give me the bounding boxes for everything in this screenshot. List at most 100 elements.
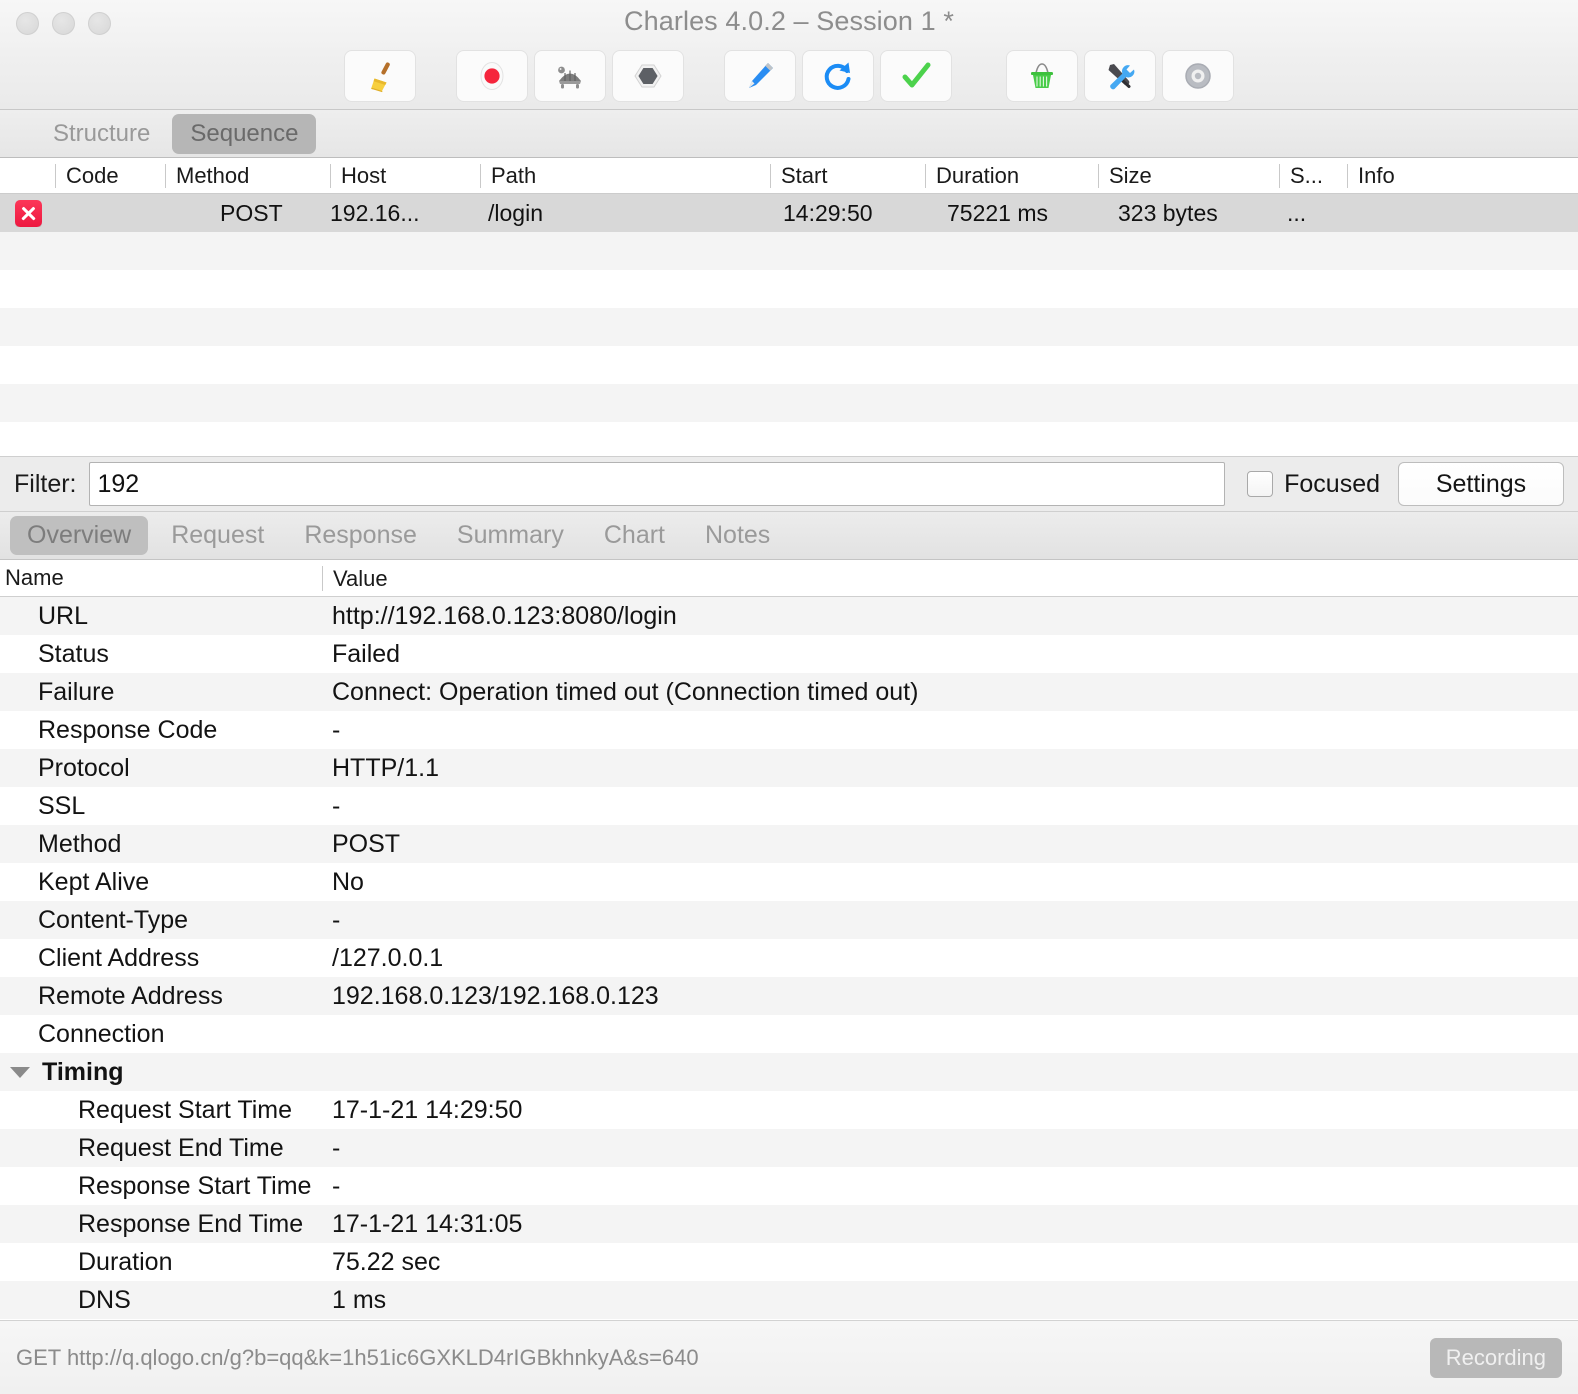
detail-row[interactable]: Method POST bbox=[0, 825, 1578, 863]
detail-row[interactable]: Response Code - bbox=[0, 711, 1578, 749]
request-list-header: Code Method Host Path Start Duration Siz… bbox=[0, 158, 1578, 194]
breakpoints-button[interactable] bbox=[612, 50, 684, 102]
detail-group-row[interactable]: Timing bbox=[0, 1053, 1578, 1091]
toolbar-group-session bbox=[341, 50, 419, 102]
detail-row[interactable]: Client Address/127.0.0.1 bbox=[0, 939, 1578, 977]
tab-overview[interactable]: Overview bbox=[10, 516, 149, 555]
tab-sequence[interactable]: Sequence bbox=[172, 113, 317, 154]
detail-tab-bar: Overview Request Response Summary Chart … bbox=[0, 512, 1578, 560]
row-host-cell: 192.16... bbox=[330, 199, 420, 226]
detail-row-value: 75.22 sec bbox=[332, 1247, 441, 1276]
empty-row bbox=[0, 308, 1578, 346]
title-bar: Charles 4.0.2 – Session 1 * bbox=[0, 0, 1578, 110]
column-header-value[interactable]: Value bbox=[322, 565, 1578, 591]
detail-row-name: Status bbox=[38, 639, 109, 668]
validate-button[interactable] bbox=[880, 50, 952, 102]
focused-checkbox[interactable] bbox=[1247, 471, 1274, 497]
tab-notes[interactable]: Notes bbox=[688, 516, 787, 555]
detail-row-name: Client Address bbox=[38, 943, 200, 972]
preferences-button[interactable] bbox=[1162, 50, 1234, 102]
column-header-s[interactable]: S... bbox=[1279, 163, 1347, 188]
tab-request[interactable]: Request bbox=[154, 516, 281, 555]
detail-group-label: Timing bbox=[42, 1057, 124, 1086]
column-header-start[interactable]: Start bbox=[770, 163, 925, 188]
compose-button[interactable] bbox=[724, 50, 796, 102]
detail-row-name: Protocol bbox=[38, 753, 130, 782]
tools-basket-button[interactable] bbox=[1006, 50, 1078, 102]
focused-label: Focused bbox=[1284, 469, 1380, 498]
column-header-size[interactable]: Size bbox=[1098, 163, 1279, 188]
detail-row[interactable]: Duration 75.22 sec bbox=[0, 1243, 1578, 1281]
tab-response[interactable]: Response bbox=[287, 516, 434, 555]
detail-row-value: 192.168.0.123/192.168.0.123 bbox=[332, 981, 659, 1010]
detail-row-name: Remote Address bbox=[38, 981, 223, 1010]
table-row[interactable]: POST 192.16... /login 14:29:50 75221 ms … bbox=[0, 194, 1578, 232]
detail-row-value: HTTP/1.1 bbox=[332, 753, 439, 782]
column-header-name[interactable]: Name bbox=[0, 565, 322, 591]
empty-row bbox=[0, 346, 1578, 384]
hexagon-icon bbox=[631, 59, 665, 93]
detail-row[interactable]: URL http://192.168.0.123:8080/login bbox=[0, 597, 1578, 635]
tab-chart[interactable]: Chart bbox=[587, 516, 682, 555]
detail-row-name: Request End Time bbox=[78, 1133, 284, 1162]
filter-input[interactable] bbox=[88, 462, 1226, 506]
focused-checkbox-group[interactable]: Focused bbox=[1247, 470, 1380, 499]
detail-row-name: Duration bbox=[78, 1247, 173, 1276]
column-header-path[interactable]: Path bbox=[480, 163, 770, 188]
refresh-icon bbox=[821, 59, 855, 93]
throttle-button[interactable] bbox=[534, 50, 606, 102]
request-list-body: POST 192.16... /login 14:29:50 75221 ms … bbox=[0, 194, 1578, 456]
column-header-host[interactable]: Host bbox=[330, 163, 480, 188]
detail-row[interactable]: Response End Time 17-1-21 14:31:05 bbox=[0, 1205, 1578, 1243]
detail-row[interactable]: Request End Time - bbox=[0, 1129, 1578, 1167]
detail-row[interactable]: Protocol HTTP/1.1 bbox=[0, 749, 1578, 787]
detail-row[interactable]: Connection bbox=[0, 1015, 1578, 1053]
recording-status-badge[interactable]: Recording bbox=[1429, 1337, 1562, 1378]
filter-bar: Filter: Focused Settings bbox=[0, 456, 1578, 512]
detail-row-value: 17-1-21 14:31:05 bbox=[332, 1209, 523, 1238]
basket-icon bbox=[1025, 59, 1059, 93]
detail-row[interactable]: Kept Alive No bbox=[0, 863, 1578, 901]
detail-row-name: Timing bbox=[0, 1058, 322, 1087]
detail-row[interactable]: Response Start Time - bbox=[0, 1167, 1578, 1205]
detail-row[interactable]: Request Start Time 17-1-21 14:29:50 bbox=[0, 1091, 1578, 1129]
settings-button[interactable]: Settings bbox=[1398, 462, 1564, 506]
empty-row bbox=[0, 384, 1578, 422]
column-header-duration[interactable]: Duration bbox=[925, 163, 1098, 188]
chevron-down-icon[interactable] bbox=[10, 1066, 30, 1078]
settings-tools-button[interactable] bbox=[1084, 50, 1156, 102]
empty-row bbox=[0, 270, 1578, 308]
column-header-code[interactable]: Code bbox=[55, 163, 165, 188]
detail-row-value: POST bbox=[332, 829, 401, 858]
detail-row-value: Connect: Operation timed out (Connection… bbox=[332, 677, 919, 706]
detail-row-value: - bbox=[332, 715, 341, 744]
column-header-info[interactable]: Info bbox=[1347, 163, 1578, 188]
detail-row-value: No bbox=[332, 867, 364, 896]
detail-row[interactable]: SSL - bbox=[0, 787, 1578, 825]
detail-table-body: URL http://192.168.0.123:8080/login Status… bbox=[0, 597, 1578, 1320]
detail-row-value: - bbox=[332, 791, 341, 820]
row-s-cell: ... bbox=[1287, 199, 1307, 226]
turtle-icon bbox=[552, 59, 588, 93]
detail-row[interactable]: Status Failed bbox=[0, 635, 1578, 673]
column-header-method[interactable]: Method bbox=[165, 163, 330, 188]
clear-session-button[interactable] bbox=[344, 50, 416, 102]
checkmark-icon bbox=[899, 59, 933, 93]
repeat-button[interactable] bbox=[802, 50, 874, 102]
wrench-screwdriver-icon bbox=[1103, 59, 1137, 93]
row-duration-cell: 75221 ms bbox=[947, 199, 1049, 226]
detail-row[interactable]: Content-Type - bbox=[0, 901, 1578, 939]
window-title: Charles 4.0.2 – Session 1 * bbox=[624, 6, 954, 36]
broom-icon bbox=[363, 59, 397, 93]
pen-icon bbox=[743, 59, 777, 93]
gear-icon bbox=[1181, 59, 1215, 93]
detail-row[interactable]: Failure Connect: Operation timed out (Con… bbox=[0, 673, 1578, 711]
detail-row[interactable]: DNS 1 ms bbox=[0, 1281, 1578, 1319]
column-header-status[interactable] bbox=[0, 164, 55, 188]
record-button[interactable] bbox=[456, 50, 528, 102]
tab-structure[interactable]: Structure bbox=[35, 114, 168, 154]
detail-row-name: SSL bbox=[38, 791, 86, 820]
tab-summary[interactable]: Summary bbox=[440, 516, 581, 555]
detail-row-value: - bbox=[332, 1171, 341, 1200]
detail-row[interactable]: Remote Address 192.168.0.123/192.168.0.12… bbox=[0, 977, 1578, 1015]
